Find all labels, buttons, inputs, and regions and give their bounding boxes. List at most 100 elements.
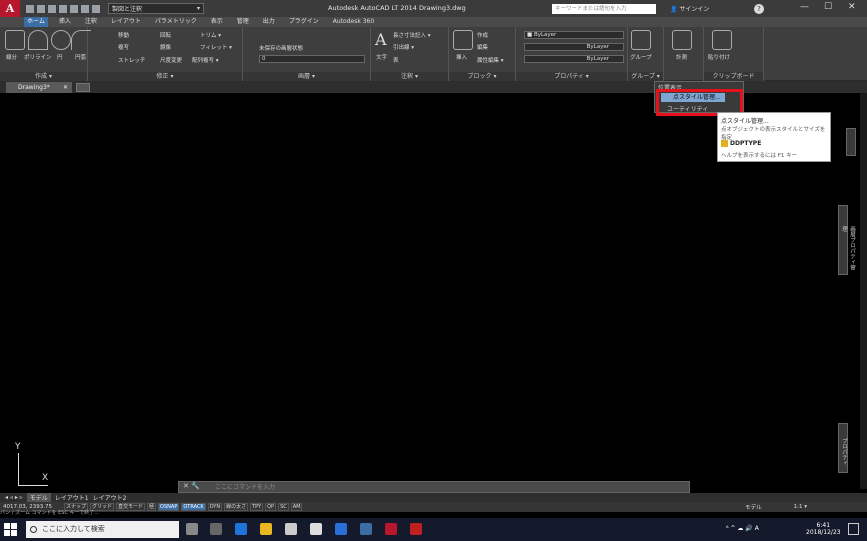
mail-icon[interactable] — [285, 523, 297, 535]
lineweight-select[interactable]: ByLayer — [524, 55, 624, 63]
layout-nav-icon[interactable]: ◂ ◃ ▸ ▹ — [5, 494, 23, 501]
paste-icon[interactable] — [712, 30, 732, 50]
taskbar-search-input[interactable]: ここに入力して検索 — [26, 521, 179, 538]
search-input[interactable]: キーワードまたは語句を入力 — [552, 4, 656, 14]
notification-icon[interactable] — [848, 523, 859, 535]
tab-model[interactable]: モデル — [26, 493, 51, 502]
windows-taskbar: ここに入力して検索 ᴬ ^ ☁ 🔊 A 6:41 2018/12/23 — [0, 518, 867, 541]
clock[interactable]: 6:41 2018/12/23 — [806, 522, 841, 536]
workspace-select[interactable]: 製図と注釈 ▾ — [108, 3, 204, 14]
move-button[interactable]: 移動 — [118, 31, 129, 39]
block-panel-title[interactable]: ブロック ▾ — [449, 72, 515, 81]
scale-button[interactable]: 尺度変更 — [160, 56, 182, 64]
tab-autodesk360[interactable]: Autodesk 360 — [330, 17, 377, 27]
rotate-button[interactable]: 回転 — [160, 31, 171, 39]
insert-block-icon[interactable] — [453, 30, 473, 50]
signin-button[interactable]: 👤 サインイン — [670, 4, 709, 13]
tab-output[interactable]: 出力 — [260, 17, 278, 27]
lineweight-toggle[interactable]: 線の太さ — [224, 503, 249, 511]
dyn-toggle[interactable]: DYN — [207, 503, 223, 511]
array-button[interactable]: 配列複写 ▾ — [192, 56, 219, 64]
help-icon[interactable]: ? — [754, 4, 764, 14]
tab-insert[interactable]: 挿入 — [56, 17, 74, 27]
app-icon-media[interactable] — [360, 523, 372, 535]
edit-block-button[interactable]: 編集 — [477, 43, 488, 51]
app-icon-red[interactable] — [410, 523, 422, 535]
print-icon[interactable] — [70, 4, 78, 13]
properties-panel-title[interactable]: プロパティ ▾ — [516, 72, 627, 81]
modify-panel-title[interactable]: 修正 ▾ — [88, 72, 242, 81]
tab-manage[interactable]: 管理 — [234, 17, 252, 27]
system-tray[interactable]: ᴬ ^ ☁ 🔊 A — [726, 525, 759, 532]
layer-state-select[interactable]: 未保存の画層状態 — [259, 44, 303, 52]
close-icon[interactable]: ✕ 🔧 — [183, 482, 200, 490]
tab-layout2[interactable]: レイアウト2 — [93, 493, 127, 502]
command-input[interactable]: ここにコマンドを入力 — [178, 481, 690, 493]
tab-home[interactable]: ホーム — [24, 17, 48, 27]
tab-parametric[interactable]: パラメトリック — [152, 17, 200, 27]
linear-dimension-button[interactable]: 長さ寸法記入 ▾ — [393, 31, 431, 39]
file-tab-drawing3[interactable]: Drawing3* ✕ — [6, 81, 72, 93]
mirror-button[interactable]: 鏡像 — [160, 43, 171, 51]
tab-view[interactable]: 表示 — [208, 17, 226, 27]
close-tab-icon[interactable]: ✕ — [63, 82, 68, 93]
minimize-button[interactable]: — — [800, 2, 809, 12]
new-icon[interactable] — [26, 4, 34, 13]
layer-select[interactable]: 0 — [259, 55, 365, 63]
open-icon[interactable] — [37, 4, 45, 13]
circle-icon[interactable] — [51, 30, 71, 50]
search-icon — [30, 526, 37, 533]
clipboard-panel-title[interactable]: クリップボード — [704, 72, 763, 81]
copy-button[interactable]: 複写 — [118, 43, 129, 51]
sc-toggle[interactable]: SC — [278, 503, 289, 511]
save-icon[interactable] — [48, 4, 56, 13]
edit-attribute-button[interactable]: 属性編集 ▾ — [477, 56, 504, 64]
app-icon-blue[interactable] — [335, 523, 347, 535]
groups-panel-title[interactable]: グループ ▾ — [628, 72, 663, 81]
tab-plugins[interactable]: プラグイン — [286, 17, 322, 27]
am-toggle[interactable]: AM — [290, 503, 303, 511]
redo-icon[interactable] — [92, 4, 100, 13]
microphone-icon[interactable] — [186, 523, 198, 535]
tab-layout1[interactable]: レイアウト1 — [55, 493, 89, 502]
stretch-button[interactable]: ストレッチ — [118, 56, 146, 64]
trim-button[interactable]: トリム ▾ — [200, 31, 221, 39]
tab-layout[interactable]: レイアウト — [108, 17, 144, 27]
layers-panel-title[interactable]: 画層 ▾ — [243, 72, 370, 81]
qp-toggle[interactable]: QP — [265, 503, 277, 511]
model-space-button[interactable]: モデル — [745, 503, 762, 511]
fillet-button[interactable]: フィレット ▾ — [200, 43, 232, 51]
maximize-button[interactable]: ☐ — [824, 2, 832, 12]
line-icon[interactable] — [5, 30, 25, 50]
measure-icon[interactable] — [672, 30, 692, 50]
annotation-scale[interactable]: 1:1 ▾ — [794, 504, 807, 510]
layer-properties-palette[interactable]: 画層プロパティ管理 — [838, 205, 855, 275]
store-icon[interactable] — [310, 523, 322, 535]
leader-button[interactable]: 引出線 ▾ — [393, 43, 414, 51]
palette-mini[interactable] — [846, 128, 856, 156]
task-view-icon[interactable] — [210, 523, 222, 535]
file-explorer-icon[interactable] — [260, 523, 272, 535]
tpy-toggle[interactable]: TPY — [250, 503, 264, 511]
properties-palette[interactable]: プロパティ — [838, 423, 848, 473]
undo-icon[interactable] — [81, 4, 89, 13]
application-menu-button[interactable]: A — [0, 0, 20, 17]
text-icon[interactable]: A — [375, 30, 387, 49]
linetype-select[interactable]: ByLayer — [524, 43, 624, 51]
edge-icon[interactable] — [235, 523, 247, 535]
vertical-scrollbar[interactable] — [860, 93, 867, 489]
close-button[interactable]: ✕ — [848, 2, 856, 12]
new-tab-button[interactable] — [76, 82, 90, 92]
saveas-icon[interactable] — [59, 4, 67, 13]
annotation-panel-title[interactable]: 注釈 ▾ — [371, 72, 448, 81]
windows-start-icon[interactable] — [4, 523, 18, 537]
draw-panel-title[interactable]: 作成 ▾ — [0, 72, 87, 81]
table-button[interactable]: 表 — [393, 56, 399, 64]
color-select[interactable]: ■ ByLayer — [524, 31, 624, 39]
line-label: 線分 — [6, 55, 18, 61]
group-icon[interactable] — [631, 30, 651, 50]
tab-annotate[interactable]: 注釈 — [82, 17, 100, 27]
create-block-button[interactable]: 作成 — [477, 31, 488, 39]
polyline-icon[interactable] — [28, 30, 48, 50]
autocad-taskbar-icon[interactable] — [385, 523, 397, 535]
